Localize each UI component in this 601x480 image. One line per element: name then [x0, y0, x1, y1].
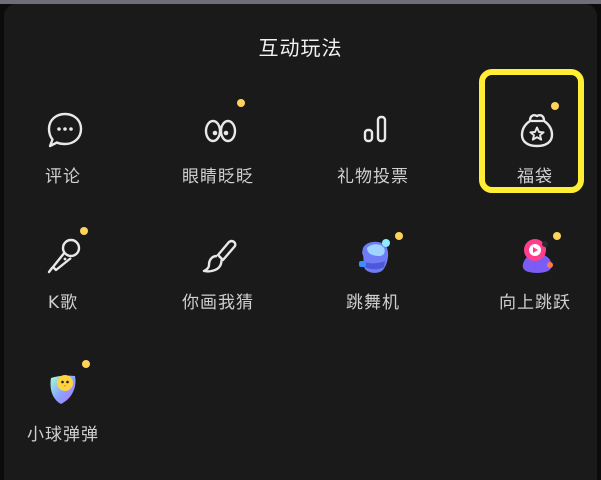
dance-machine-icon	[353, 234, 397, 278]
item-bouncing-ball[interactable]: 小球弹弹	[4, 360, 123, 470]
item-label: 向上跳跃	[499, 293, 571, 313]
comment-icon	[43, 108, 87, 152]
eyes-icon	[198, 108, 242, 152]
item-dance-machine[interactable]: 跳舞机	[313, 228, 433, 338]
highlight-frame	[479, 69, 584, 193]
item-jump-up[interactable]: 向上跳跃	[475, 228, 595, 338]
item-draw-guess[interactable]: 你画我猜	[158, 228, 278, 338]
jump-up-icon	[515, 234, 559, 278]
item-label: 你画我猜	[182, 293, 254, 313]
bar-vote-icon	[353, 108, 397, 152]
item-label: 跳舞机	[346, 293, 400, 313]
item-label: 评论	[45, 167, 81, 187]
item-label: 眼睛眨眨	[182, 167, 254, 187]
new-badge	[395, 232, 403, 240]
microphone-icon	[43, 234, 87, 278]
new-badge	[82, 360, 90, 368]
panel-title: 互动玩法	[258, 36, 343, 60]
new-badge	[80, 227, 88, 235]
brush-icon	[198, 234, 242, 278]
new-badge	[553, 232, 561, 240]
item-gift-vote[interactable]: 礼物投票	[313, 102, 433, 212]
item-karaoke[interactable]: K歌	[4, 227, 123, 338]
item-comment[interactable]: 评论	[4, 102, 123, 212]
new-badge	[237, 99, 245, 107]
item-label: K歌	[47, 293, 79, 313]
bouncing-ball-icon	[43, 366, 87, 410]
item-label: 礼物投票	[337, 167, 409, 187]
item-eyes-blink[interactable]: 眼睛眨眨	[158, 99, 278, 212]
item-label: 小球弹弹	[27, 425, 99, 445]
